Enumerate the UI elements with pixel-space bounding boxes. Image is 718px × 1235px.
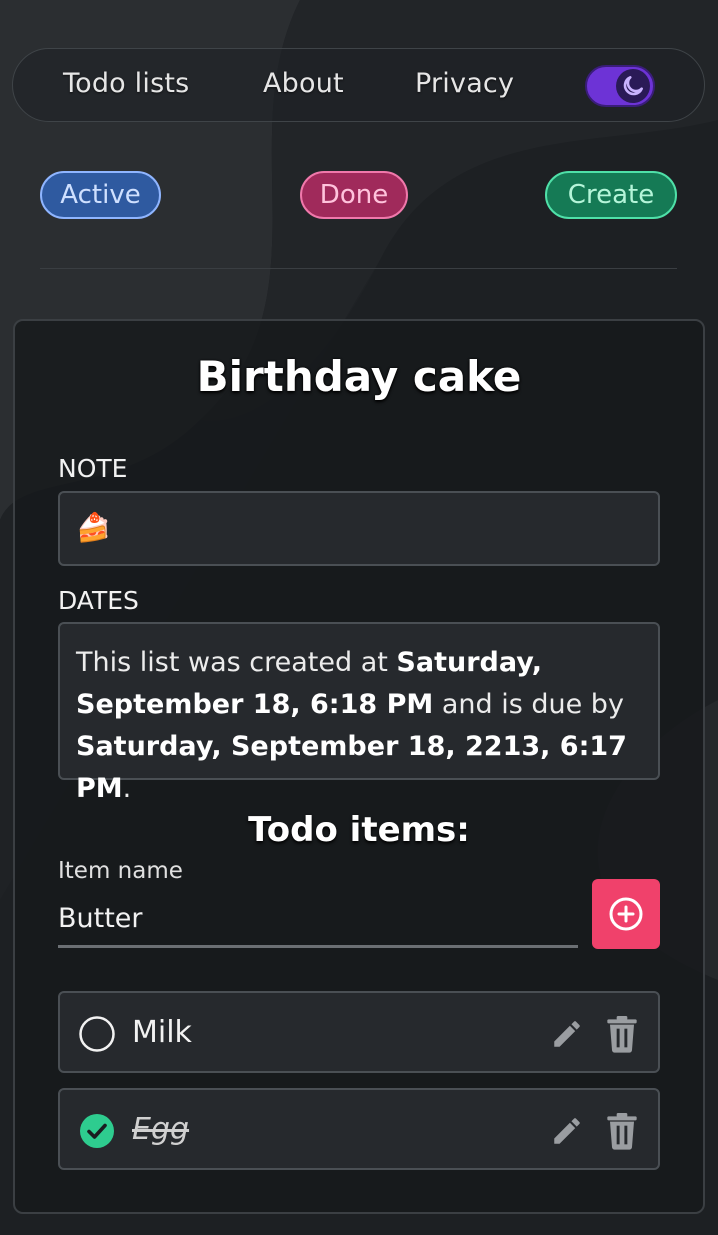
todo-items-heading: Todo items: <box>248 810 470 850</box>
pencil-icon[interactable] <box>550 1114 584 1148</box>
note-label: NOTE <box>58 454 128 483</box>
filter-done-button[interactable]: Done <box>300 171 408 219</box>
plus-circle-icon <box>609 897 643 931</box>
dates-middle: and is due by <box>433 689 624 720</box>
todo-item-text: Milk <box>132 1015 192 1050</box>
dates-label: DATES <box>58 586 139 615</box>
note-field: 🍰 <box>58 491 660 566</box>
item-name-label: Item name <box>58 858 183 884</box>
pencil-icon[interactable] <box>550 1017 584 1051</box>
note-value: 🍰 <box>76 511 111 544</box>
dates-field: This list was created at Saturday, Septe… <box>58 622 660 804</box>
divider <box>40 268 677 269</box>
nav-link-about[interactable]: About <box>263 68 344 99</box>
navbar: Todo lists About Privacy <box>12 48 705 122</box>
nav-link-privacy[interactable]: Privacy <box>415 68 514 99</box>
moon-icon <box>616 69 650 103</box>
checked-circle-icon[interactable] <box>78 1112 116 1150</box>
add-item-button[interactable] <box>592 879 660 949</box>
filter-active-button[interactable]: Active <box>40 171 161 219</box>
nav-link-todo-lists[interactable]: Todo lists <box>63 68 189 99</box>
trash-icon[interactable] <box>606 1112 638 1150</box>
item-name-input[interactable] <box>58 892 578 948</box>
list-title: Birthday cake <box>196 352 522 401</box>
theme-toggle[interactable] <box>585 65 655 107</box>
todo-item: Milk <box>58 991 660 1073</box>
dates-prefix: This list was created at <box>76 647 397 678</box>
dates-suffix: . <box>122 773 132 804</box>
create-button[interactable]: Create <box>545 171 677 219</box>
unchecked-circle-icon[interactable] <box>78 1015 116 1053</box>
todo-item: Egg <box>58 1088 660 1170</box>
todo-item-text: Egg <box>132 1112 190 1147</box>
trash-icon[interactable] <box>606 1015 638 1053</box>
